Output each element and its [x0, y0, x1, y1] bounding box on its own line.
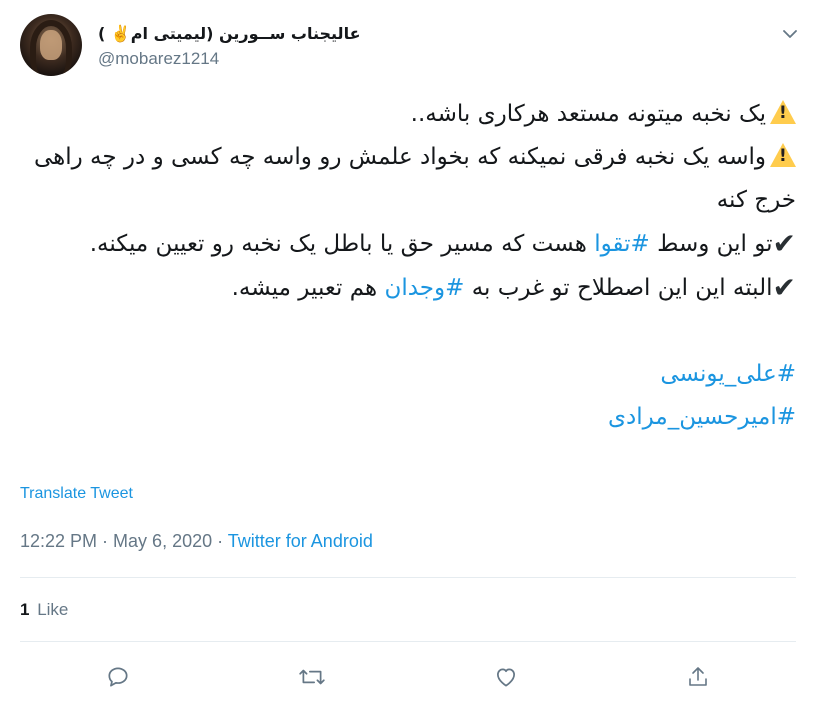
action-bar	[0, 662, 816, 692]
display-name[interactable]: عالیجناب ســورین (لیمیتی ام✌️ )	[98, 24, 698, 43]
user-handle[interactable]: @mobarez1214	[98, 49, 698, 69]
tweet-line: ✔البته این این اصطلاح تو غرب به #وجدان ه…	[20, 266, 796, 310]
check-icon: ✔	[772, 271, 796, 304]
like-count[interactable]: 1 Like	[20, 600, 68, 620]
hashtag-link[interactable]: #علی_یونسی	[660, 361, 796, 387]
divider	[20, 577, 796, 578]
tweet-date[interactable]: May 6, 2020	[113, 531, 212, 551]
heart-icon[interactable]	[491, 662, 521, 692]
user-info: عالیجناب ســورین (لیمیتی ام✌️ ) @mobarez…	[98, 24, 698, 69]
hashtag-line: #علی_یونسی	[20, 353, 796, 396]
hashtag-link[interactable]: #وجدان	[384, 275, 464, 301]
tweet-line: واسه یک نخبه فرقی نمیکنه که بخواد علمش ر…	[20, 136, 796, 222]
translate-tweet-link[interactable]: Translate Tweet	[20, 485, 133, 503]
warning-icon	[770, 100, 796, 124]
line-text: البته این این اصطلاح تو غرب به	[464, 275, 773, 301]
line-text: هست که مسیر حق یا باطل یک نخبه رو تعیین …	[89, 231, 595, 257]
tweet-meta: 12:22 PM · May 6, 2020 · Twitter for And…	[20, 531, 373, 552]
tweet-text: یک نخبه میتونه مستعد هرکاری باشه.. واسه …	[20, 93, 796, 439]
retweet-icon[interactable]	[297, 662, 327, 692]
tweet-source-link[interactable]: Twitter for Android	[228, 531, 373, 551]
line-text: واسه یک نخبه فرقی نمیکنه که بخواد علمش ر…	[33, 144, 796, 213]
hashtag-link[interactable]: #امیرحسین_مرادی	[608, 404, 796, 430]
tweet-line: ✔تو این وسط #تقوا هست که مسیر حق یا باطل…	[20, 222, 796, 266]
warning-icon	[770, 143, 796, 167]
meta-separator: ·	[212, 531, 228, 551]
tweet-card: عالیجناب ســورین (لیمیتی ام✌️ ) @mobarez…	[0, 0, 816, 708]
share-icon[interactable]	[683, 662, 713, 692]
line-text: تو این وسط	[649, 231, 773, 257]
avatar[interactable]	[20, 14, 82, 76]
like-count-label: Like	[37, 600, 69, 619]
reply-icon[interactable]	[103, 662, 133, 692]
tweet-line: یک نخبه میتونه مستعد هرکاری باشه..	[20, 93, 796, 136]
line-text: یک نخبه میتونه مستعد هرکاری باشه..	[410, 101, 766, 127]
hashtag-link[interactable]: #تقوا	[594, 231, 650, 257]
avatar-face	[40, 30, 62, 60]
meta-separator: ·	[97, 531, 114, 551]
line-text: هم تعبیر میشه.	[231, 275, 385, 301]
divider	[20, 641, 796, 642]
hashtag-line: #امیرحسین_مرادی	[20, 396, 796, 439]
check-icon: ✔	[772, 227, 796, 260]
chevron-down-icon[interactable]	[778, 22, 802, 46]
like-count-value: 1	[20, 600, 30, 619]
tweet-time[interactable]: 12:22 PM	[20, 531, 97, 551]
